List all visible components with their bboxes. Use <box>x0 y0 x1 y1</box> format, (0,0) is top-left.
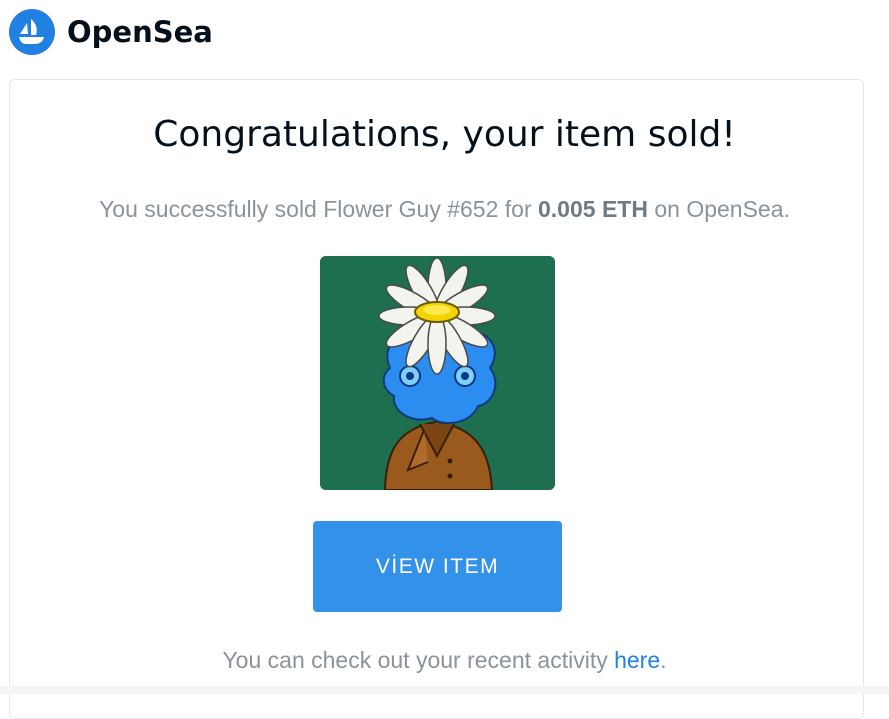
opensea-logo-icon[interactable] <box>9 9 55 55</box>
view-item-button[interactable]: VİEW ITEM <box>313 521 562 612</box>
sale-message-prefix: You successfully sold Flower Guy #652 fo… <box>99 196 538 222</box>
page-title: Congratulations, your item sold! <box>153 114 736 155</box>
sale-message-suffix: on OpenSea. <box>647 196 790 222</box>
flower-guy-artwork <box>320 256 555 490</box>
bottom-strip <box>0 686 889 694</box>
brand-name[interactable]: OpenSea <box>67 15 213 49</box>
activity-message-suffix: . <box>660 647 667 673</box>
activity-message-prefix: You can check out your recent activity <box>222 647 615 673</box>
header: OpenSea <box>9 9 213 55</box>
sale-price: 0.005 ETH <box>538 196 648 222</box>
sale-message: You successfully sold Flower Guy #652 fo… <box>0 196 889 223</box>
nft-image[interactable] <box>320 256 555 490</box>
activity-link[interactable]: here <box>614 647 660 673</box>
activity-message: You can check out your recent activity h… <box>0 647 889 674</box>
